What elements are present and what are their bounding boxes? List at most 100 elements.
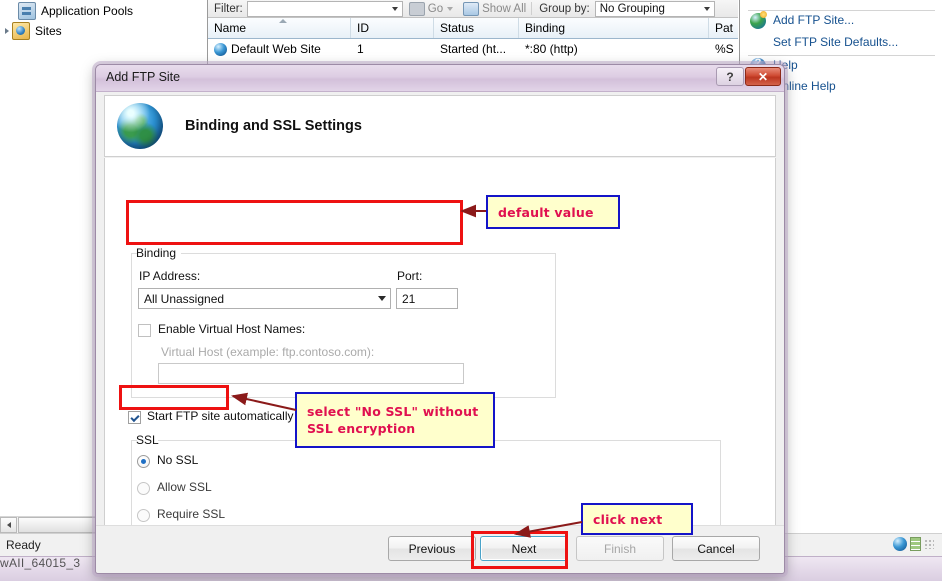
annotation-default-value: default value [486,195,620,229]
cancel-button[interactable]: Cancel [672,536,760,561]
start-ftp-site-automatically-label: Start FTP site automatically [147,409,294,423]
close-icon[interactable]: ✕ [745,67,781,86]
chevron-down-icon[interactable] [373,296,390,301]
resize-grip-icon[interactable] [924,539,934,549]
chevron-right-icon[interactable] [5,28,9,34]
radio-no-ssl-label: No SSL [157,453,199,467]
port-value: 21 [402,291,416,306]
port-label: Port: [397,269,423,283]
enable-virtual-host-names-checkbox[interactable] [138,324,151,337]
scroll-left-button[interactable] [0,517,17,533]
virtual-host-input[interactable] [158,363,464,384]
radio-no-ssl[interactable] [137,455,150,468]
dialog-title: Add FTP Site [106,70,181,84]
column-header-path[interactable]: Pat [709,18,738,38]
highlight-no-ssl [119,385,229,410]
cell-text: Default Web Site [231,42,321,56]
taskbar-label: wAII_64015_3 [0,556,81,570]
status-text: Ready [6,538,41,552]
help-button[interactable]: ? [716,67,744,86]
toolbar-divider [531,2,533,15]
ip-address-value: All Unassigned [144,291,225,306]
column-header-id[interactable]: ID [351,18,434,38]
column-label: Pat [715,21,734,35]
annotation-line-1: select "No SSL" without [307,404,479,419]
cell-path: %S [709,39,738,59]
go-label: Go [427,2,444,15]
globe-icon [117,103,163,149]
annotation-line-2: SSL encryption [307,421,416,436]
previous-button[interactable]: Previous [388,536,476,561]
show-all-label: Show All [482,2,527,15]
radio-require-ssl-label: Require SSL [157,507,226,521]
group-by-value: No Grouping [599,2,665,15]
add-ftp-site-icon [750,11,767,29]
tree-item-application-pools[interactable]: Application Pools [18,2,133,20]
column-header-name[interactable]: Name [208,18,351,38]
group-border [131,440,132,538]
filter-input[interactable] [246,0,403,17]
show-all-icon [463,1,480,16]
highlight-binding-fields [126,200,463,245]
annotation-select-no-ssl: select "No SSL" without SSL encryption [295,392,495,448]
enable-virtual-host-names-label: Enable Virtual Host Names: [158,322,306,336]
screen: Application Pools Sites Filter: Go Show … [0,0,942,581]
column-label: ID [357,21,369,35]
status-bar-icons [893,537,934,551]
column-label: Name [214,21,247,35]
column-header-status[interactable]: Status [434,18,519,38]
table-row[interactable]: Default Web Site 1 Started (ht... *:80 (… [208,39,738,59]
divider [748,10,935,11]
column-label: Binding [525,21,566,35]
action-link-set-ftp-site-defaults[interactable]: Set FTP Site Defaults... [773,35,898,49]
go-button[interactable]: Go [408,1,444,16]
virtual-host-label: Virtual Host (example: ftp.contoso.com): [161,345,375,359]
group-by-select[interactable]: No Grouping [594,0,715,17]
binoculars-icon [408,1,425,16]
annotation-click-next: click next [581,503,693,535]
tree-item-sites[interactable]: Sites [5,22,62,40]
filter-toolbar: Filter: Go Show All Group by: No Groupin… [208,0,738,18]
tree-item-label: Sites [35,24,62,38]
group-border [555,253,556,397]
dialog-header: Binding and SSL Settings [104,95,776,157]
column-label: Status [440,21,475,35]
arrow-left-icon [6,522,11,528]
chevron-down-icon[interactable] [703,6,710,11]
sites-folder-icon [12,22,30,40]
activity-bars-icon [910,537,921,551]
ip-address-select[interactable]: All Unassigned [138,288,391,309]
radio-allow-ssl-label: Allow SSL [157,480,212,494]
cell-id: 1 [351,39,434,59]
group-border [720,440,721,538]
cell-binding: *:80 (http) [519,39,709,59]
cell-name: Default Web Site [208,39,351,59]
start-ftp-site-automatically-checkbox[interactable] [128,411,141,424]
group-border [181,253,555,254]
port-input[interactable]: 21 [396,288,458,309]
cell-status: Started (ht... [434,39,519,59]
binding-group-caption: Binding [133,246,180,260]
action-link-add-ftp-site[interactable]: Add FTP Site... [773,13,854,27]
cell-text: *:80 (http) [525,42,578,56]
finish-button[interactable]: Finish [576,536,664,561]
column-header-binding[interactable]: Binding [519,18,709,38]
connection-globe-icon [893,537,907,551]
chevron-down-icon[interactable] [447,6,454,11]
radio-require-ssl[interactable] [137,509,150,522]
divider [748,55,935,56]
chevron-down-icon[interactable] [391,6,398,11]
grid-column-header: Name ID Status Binding Pat [208,18,738,39]
tree-item-label: Application Pools [41,4,134,18]
group-border [131,253,132,397]
cell-text: Started (ht... [440,42,507,56]
filter-label: Filter: [214,2,243,15]
highlight-next-button [471,531,568,569]
radio-allow-ssl[interactable] [137,482,150,495]
dialog-title-bar[interactable]: Add FTP Site ? ✕ [96,65,784,92]
web-site-icon [214,42,227,56]
dialog-header-title: Binding and SSL Settings [185,118,362,134]
sort-ascending-icon [279,19,287,23]
cell-text: 1 [357,42,364,56]
show-all-button[interactable]: Show All [463,1,527,16]
